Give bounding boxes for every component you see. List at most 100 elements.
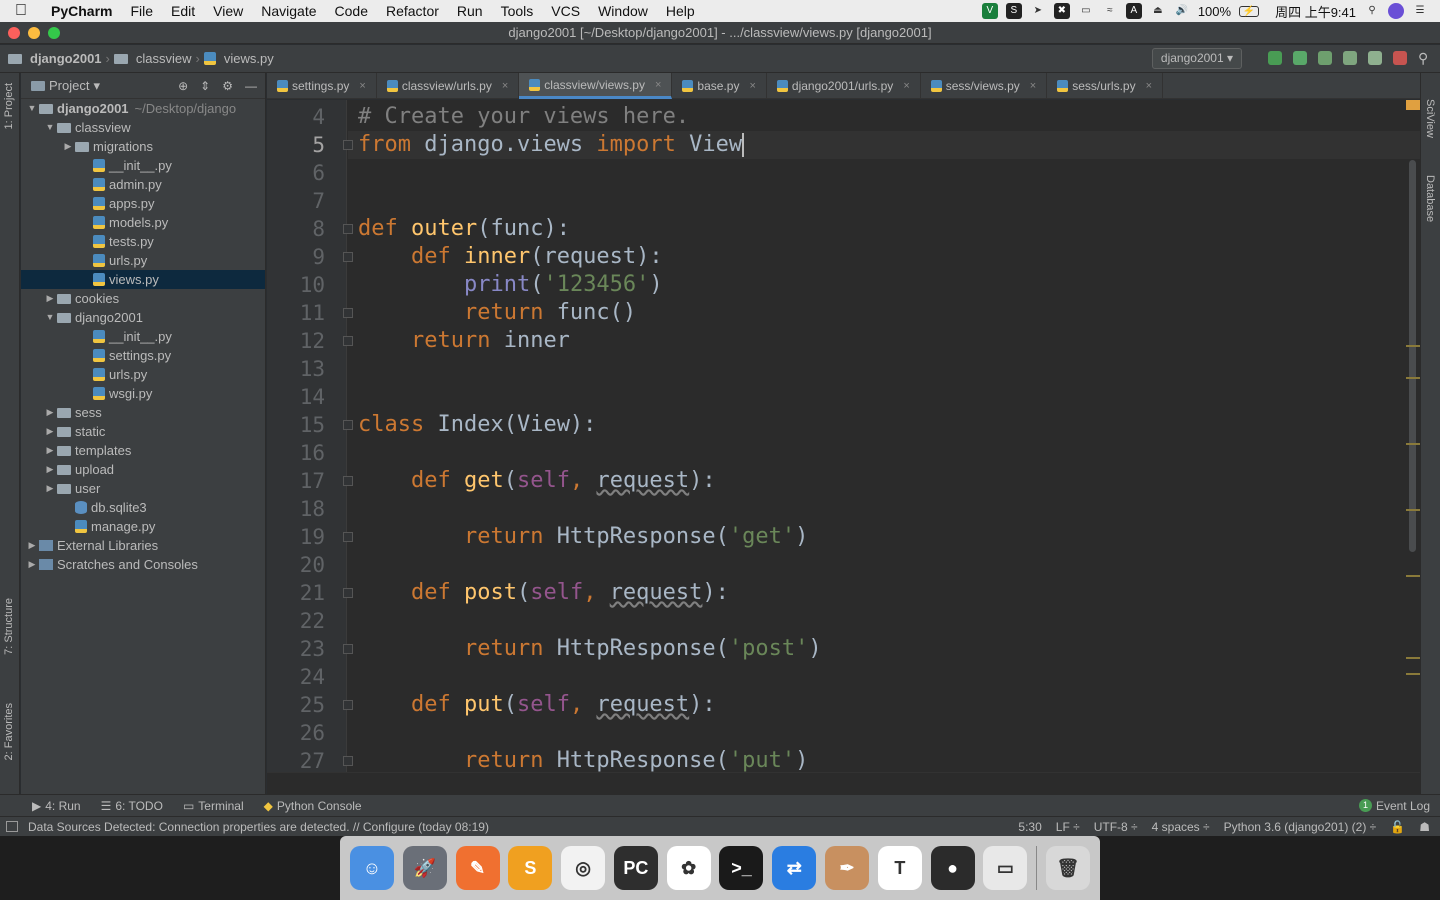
menu-refactor[interactable]: Refactor <box>377 3 448 19</box>
clock[interactable]: 周四 上午9:41 <box>1275 2 1356 21</box>
close-tab-icon[interactable]: × <box>1146 80 1152 92</box>
horizontal-scroll-area[interactable] <box>267 772 1420 794</box>
chevron-right-icon[interactable]: ▶ <box>25 555 39 574</box>
menu-run[interactable]: Run <box>448 3 492 19</box>
apple-icon[interactable]:  <box>0 2 42 20</box>
tree-item[interactable]: urls.py <box>21 251 265 270</box>
tool-python-console[interactable]: ◆ Python Console <box>254 799 372 813</box>
code-line[interactable]: def get(self, request): <box>358 467 716 495</box>
photos-icon[interactable]: ✿ <box>666 846 711 890</box>
tree-item[interactable]: ▶ migrations <box>21 137 265 156</box>
error-stripe-mark[interactable] <box>1406 657 1420 659</box>
menu-tools[interactable]: Tools <box>492 3 543 19</box>
error-stripe-mark[interactable] <box>1406 673 1420 675</box>
collapse-all-icon[interactable]: ⇕ <box>200 79 210 93</box>
chevron-right-icon[interactable]: ▶ <box>43 422 57 441</box>
tool-run[interactable]: ▶ 4: Run <box>22 799 91 813</box>
chevron-right-icon[interactable]: ▶ <box>43 479 57 498</box>
gear-icon[interactable]: ⚙ <box>222 79 233 93</box>
menu-app-name[interactable]: PyCharm <box>42 3 121 19</box>
error-stripe-mark[interactable] <box>1406 509 1420 511</box>
chrome-icon[interactable]: ◎ <box>561 846 606 890</box>
fold-marker-icon[interactable] <box>343 756 353 766</box>
tree-item[interactable]: manage.py <box>21 517 265 536</box>
tree-item[interactable]: ▶ External Libraries <box>21 536 265 555</box>
editor-tab[interactable]: settings.py × <box>267 73 377 99</box>
editor-tab[interactable]: sess/views.py × <box>921 73 1048 99</box>
tree-item[interactable]: __init__.py <box>21 156 265 175</box>
coverage-icon[interactable] <box>1318 51 1332 65</box>
eject-icon[interactable]: ⏏ <box>1150 3 1166 19</box>
screen-icon[interactable]: ▭ <box>1078 3 1094 19</box>
tree-item[interactable]: ▼ django2001 ~/Desktop/django <box>21 99 265 118</box>
chevron-down-icon[interactable]: ▼ <box>43 308 57 327</box>
profile-icon[interactable] <box>1343 51 1357 65</box>
status-message[interactable]: Data Sources Detected: Connection proper… <box>28 820 489 834</box>
finder-icon[interactable]: ☺ <box>350 846 394 890</box>
tree-item[interactable]: db.sqlite3 <box>21 498 265 517</box>
tree-item[interactable]: ▼ classview <box>21 118 265 137</box>
fold-marker-icon[interactable] <box>343 644 353 654</box>
tool-tab-database[interactable]: Database <box>1424 175 1436 222</box>
caret-position[interactable]: 5:30 <box>1018 820 1041 834</box>
close-tab-icon[interactable]: × <box>655 79 661 91</box>
fold-marker-icon[interactable] <box>343 420 353 430</box>
fold-marker-icon[interactable] <box>343 224 353 234</box>
tree-item[interactable]: admin.py <box>21 175 265 194</box>
tree-item[interactable]: ▶ sess <box>21 403 265 422</box>
error-stripe-mark[interactable] <box>1406 443 1420 445</box>
tree-item[interactable]: ▶ upload <box>21 460 265 479</box>
tree-item[interactable]: ▶ user <box>21 479 265 498</box>
tree-item[interactable]: apps.py <box>21 194 265 213</box>
teamviewer-icon[interactable]: ⇄ <box>772 846 817 890</box>
code-line[interactable]: # Create your views here. <box>358 103 689 131</box>
code-line[interactable]: def put(self, request): <box>358 691 716 719</box>
tree-item[interactable]: __init__.py <box>21 327 265 346</box>
close-tab-icon[interactable]: × <box>502 80 508 92</box>
vertical-scrollbar[interactable] <box>1409 160 1416 552</box>
spotlight-icon[interactable]: ⚲ <box>1364 3 1380 19</box>
close-tab-icon[interactable]: × <box>749 80 755 92</box>
tool-tab-favorites[interactable]: 2: Favorites <box>3 703 15 760</box>
inspector-icon[interactable]: ☗ <box>1419 820 1430 834</box>
error-stripe-mark[interactable] <box>1406 345 1420 347</box>
tray-app-icon[interactable]: S <box>1005 3 1022 19</box>
tool-tab-project[interactable]: 1: Project <box>3 83 15 129</box>
tree-item[interactable]: wsgi.py <box>21 384 265 403</box>
rerun-icon[interactable] <box>1268 51 1282 65</box>
tray-app-icon[interactable]: V <box>981 3 998 19</box>
hide-panel-icon[interactable]: — <box>245 79 257 93</box>
python-interpreter[interactable]: Python 3.6 (django201) (2) ÷ <box>1224 820 1377 834</box>
code-line[interactable]: return inner <box>358 327 570 355</box>
tree-item[interactable]: views.py <box>21 270 265 289</box>
code-line[interactable]: return func() <box>358 299 636 327</box>
menu-edit[interactable]: Edit <box>162 3 204 19</box>
keynote-icon[interactable]: ▭ <box>983 846 1028 890</box>
menu-navigate[interactable]: Navigate <box>252 3 325 19</box>
sublime-icon[interactable]: S <box>508 846 553 890</box>
brush-icon[interactable]: ✒ <box>825 846 870 890</box>
breadcrumb-project[interactable]: django2001 <box>30 51 102 66</box>
tray-app-icon[interactable]: ✖ <box>1053 3 1070 19</box>
fold-marker-icon[interactable] <box>343 532 353 542</box>
code-line[interactable]: def outer(func): <box>358 215 570 243</box>
chevron-right-icon[interactable]: ▶ <box>43 441 57 460</box>
fold-marker-icon[interactable] <box>343 140 353 150</box>
zoom-window-button[interactable] <box>48 27 60 39</box>
menu-view[interactable]: View <box>204 3 252 19</box>
fold-marker-icon[interactable] <box>343 308 353 318</box>
chevron-down-icon[interactable]: ▼ <box>43 118 57 137</box>
project-view-select[interactable]: Project <box>49 78 89 93</box>
code-line[interactable]: def inner(request): <box>358 243 663 271</box>
tree-item[interactable]: ▶ cookies <box>21 289 265 308</box>
tree-item[interactable]: ▼ django2001 <box>21 308 265 327</box>
code-line[interactable]: from django.views import View <box>358 131 745 159</box>
code-line[interactable]: print('123456') <box>358 271 663 299</box>
tool-event-log[interactable]: 1 Event Log <box>1349 799 1440 813</box>
chevron-down-icon[interactable]: ▾ <box>93 78 100 94</box>
launchpad-icon[interactable]: 🚀 <box>402 846 447 890</box>
chevron-right-icon[interactable]: ▶ <box>43 403 57 422</box>
breadcrumb-file[interactable]: views.py <box>224 51 274 66</box>
file-encoding[interactable]: UTF-8 ÷ <box>1094 820 1138 834</box>
notification-center-icon[interactable]: ☰ <box>1412 3 1428 19</box>
